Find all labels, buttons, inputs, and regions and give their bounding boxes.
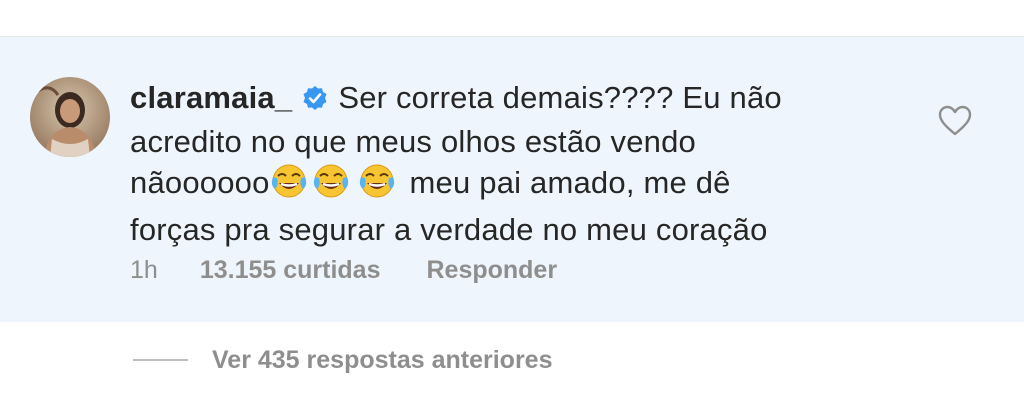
comment-meta: 1h 13.155 curtidas Responder xyxy=(130,253,557,287)
username[interactable]: claramaia_ xyxy=(130,80,292,115)
replies-dash xyxy=(133,359,188,361)
comment-line-1: Ser correta demais???? Eu não xyxy=(338,80,782,115)
reply-button[interactable]: Responder xyxy=(426,256,557,285)
timestamp: 1h xyxy=(130,255,158,284)
face-with-tears-of-joy-icon xyxy=(358,163,396,209)
comment-line-3: nãoooooo xyxy=(130,165,270,200)
face-with-tears-of-joy-icon xyxy=(270,163,308,209)
avatar-photo xyxy=(30,77,110,157)
face-with-tears-of-joy-icon xyxy=(312,163,350,209)
comment-line-2: acredito no que meus olhos estão vendo xyxy=(130,124,696,159)
comment-card: claramaia_ Ser correta demais???? Eu não … xyxy=(0,37,1024,322)
comment-line-4: forças pra segurar a verdade no meu cora… xyxy=(130,212,768,247)
top-divider xyxy=(0,0,1024,37)
comment-text: claramaia_ Ser correta demais???? Eu não … xyxy=(130,77,890,250)
view-replies-label: Ver 435 respostas anteriores xyxy=(212,345,553,374)
view-replies-button[interactable]: Ver 435 respostas anteriores xyxy=(133,340,552,380)
verified-badge-icon xyxy=(302,80,328,121)
likes-count[interactable]: 13.155 curtidas xyxy=(200,256,381,285)
avatar[interactable] xyxy=(30,77,110,157)
like-heart-icon[interactable] xyxy=(938,105,972,137)
comment-line-3-end: meu pai amado, me dê xyxy=(409,165,731,200)
